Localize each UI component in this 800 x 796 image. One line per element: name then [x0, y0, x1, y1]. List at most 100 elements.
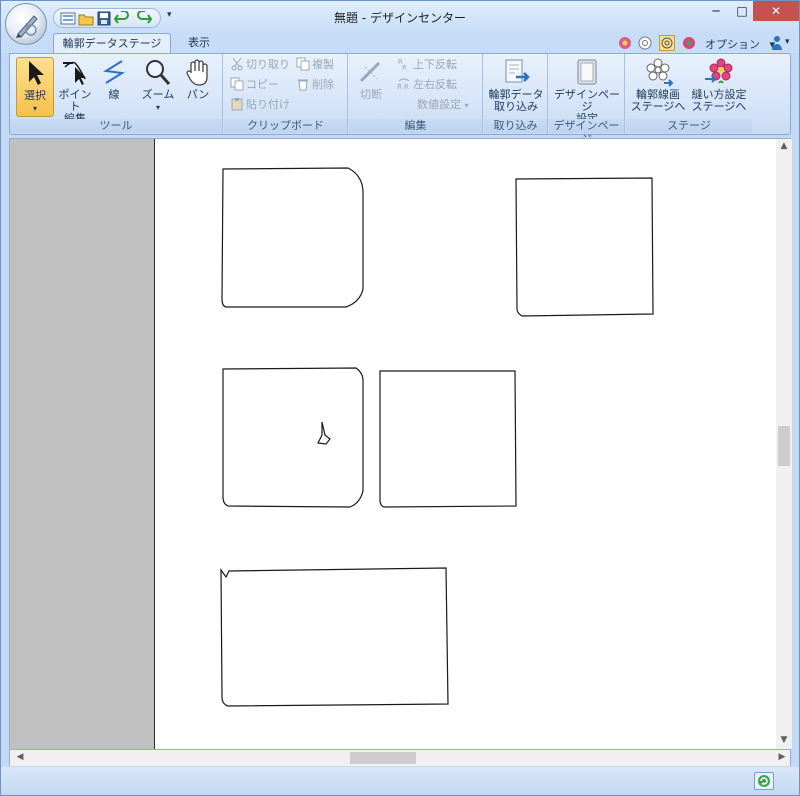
app-window: ▾ 無題 - デザインセンター ─ □ ✕ 輪郭データステージ 表示 オプション… [0, 0, 800, 796]
outline-shape-3 [222, 367, 364, 508]
outline-shape-5 [220, 567, 449, 707]
tab-outline-data-stage[interactable]: 輪郭データステージ [53, 33, 171, 53]
options-menu[interactable]: オプション ▾ [705, 36, 775, 52]
outline-shape-4 [379, 370, 517, 508]
line-tool-button[interactable]: 線 [98, 57, 130, 117]
group-stage-label: ステージ [626, 119, 752, 133]
duplicate-label: 複製 [312, 58, 334, 71]
group-design-page: デザインページ 設定 デザインページ [549, 54, 625, 146]
tab-view[interactable]: 表示 [179, 33, 219, 53]
group-clipboard: 切り取り コピー 貼り付け 複製 削除 クリップボード [224, 54, 348, 134]
copy-button[interactable]: コピー [230, 76, 279, 94]
flower-sewing-stage-icon [705, 58, 733, 84]
horizontal-scroll-thumb[interactable] [350, 752, 416, 764]
pen-icon [16, 15, 38, 38]
application-menu-button[interactable] [5, 3, 47, 45]
outline-shape-1 [221, 167, 364, 308]
paste-button[interactable]: 貼り付け [230, 96, 290, 114]
point-edit-label-1: ポイント [58, 88, 92, 113]
group-tools-label: ツール [10, 119, 222, 133]
flip-horizontal-button[interactable]: R R 左右反転 [397, 76, 457, 94]
flip-vertical-label: 上下反転 [413, 58, 457, 71]
copy-label: コピー [246, 78, 279, 91]
svg-text:R: R [397, 83, 402, 91]
cursor-shape [317, 421, 331, 445]
outline-shape-2 [515, 177, 654, 317]
flip-horizontal-icon: RR [397, 78, 410, 91]
flip-vertical-button[interactable]: R R 上下反転 [397, 56, 457, 74]
pan-tool-label: パン [186, 88, 210, 101]
scroll-left-icon[interactable]: ◀ [12, 752, 28, 762]
select-tool-label: 選択 [24, 89, 46, 102]
status-bar [1, 767, 799, 795]
numeric-settings-arrow-icon: ▾ [464, 101, 469, 110]
import-outline-label-2: 取り込み [494, 100, 538, 113]
numeric-settings-label: 数値設定 [417, 98, 461, 111]
to-sewing-stage-label-2: ステージへ [691, 100, 747, 113]
line-icon [103, 60, 125, 84]
flower-outline-icon[interactable] [637, 35, 653, 51]
options-label: オプション [705, 38, 760, 51]
refresh-button[interactable] [754, 772, 774, 790]
window-title: 無題 - デザインセンター [334, 11, 466, 25]
zoom-arrow-icon: ▾ [155, 103, 160, 112]
refresh-icon [758, 775, 770, 787]
delete-button[interactable]: 削除 [296, 76, 334, 94]
work-area: ▲ ▼ [9, 138, 792, 750]
duplicate-button[interactable]: 複製 [296, 56, 334, 74]
cut-label: 切り取り [246, 58, 290, 71]
scissors-icon [231, 57, 243, 71]
design-canvas[interactable] [156, 139, 774, 749]
vertical-scroll-thumb[interactable] [778, 426, 790, 466]
user-icon [772, 36, 782, 50]
group-import-label: 取り込み [484, 119, 547, 133]
group-design-page-label: デザインページ [549, 119, 624, 146]
point-edit-icon [63, 61, 86, 85]
paste-label: 貼り付け [246, 98, 290, 111]
flower-red-icon[interactable] [617, 35, 633, 51]
flip-horizontal-label: 左右反転 [413, 78, 457, 91]
svg-text:R: R [404, 83, 409, 91]
horizontal-scrollbar[interactable]: ◀ ▶ [9, 750, 791, 766]
outline-stage-icon[interactable] [659, 35, 675, 51]
point-edit-button[interactable]: ポイント 編集 [54, 57, 96, 125]
arrow-pointer-icon [29, 61, 44, 85]
svg-text:R: R [402, 64, 407, 71]
scroll-up-icon[interactable]: ▲ [776, 141, 792, 151]
select-tool-arrow-icon: ▾ [32, 104, 37, 113]
select-tool-button[interactable]: 選択 ▾ [16, 57, 54, 117]
design-page-settings-button[interactable]: デザインページ 設定 [551, 57, 623, 125]
cut-button[interactable]: 切り取り [230, 56, 290, 74]
import-outline-button[interactable]: 輪郭データ 取り込み [486, 57, 546, 117]
maximize-button[interactable]: □ [729, 1, 755, 21]
scroll-down-icon[interactable]: ▼ [776, 735, 792, 745]
zoom-tool-button[interactable]: ズーム ▾ [138, 57, 178, 117]
group-tools: 選択 ▾ ポイント 編集 線 ズーム ▾ パン ツール [10, 54, 223, 134]
design-page-settings-label-1: デザインページ [554, 88, 620, 113]
group-clipboard-label: クリップボード [224, 119, 347, 133]
magnifier-icon [146, 60, 171, 85]
vertical-scrollbar[interactable]: ▲ ▼ [776, 139, 792, 749]
minimize-button[interactable]: ─ [703, 1, 729, 21]
scroll-right-icon[interactable]: ▶ [774, 752, 790, 762]
group-edit-label: 編集 [349, 119, 482, 133]
user-arrow-icon: ▾ [785, 37, 790, 47]
paste-icon [231, 98, 243, 111]
pan-tool-button[interactable]: パン [180, 57, 216, 117]
flower-pink-icon[interactable] [681, 35, 697, 51]
knife-icon [359, 61, 381, 83]
to-sewing-stage-button[interactable]: 縫い方設定 ステージへ [688, 57, 750, 117]
close-button[interactable]: ✕ [753, 1, 799, 21]
to-outline-stage-button[interactable]: 輪郭線画 ステージへ [628, 57, 688, 117]
delete-icon [298, 79, 308, 91]
duplicate-icon [296, 57, 310, 71]
group-edit: 切断 R R 上下反転 R R 左右反転 数値設定 ▾ 編集 [349, 54, 483, 134]
numeric-settings-button[interactable]: 数値設定 ▾ [417, 96, 469, 114]
user-menu[interactable]: ▾ [771, 35, 795, 51]
cut-line-button[interactable]: 切断 [351, 57, 391, 117]
ribbon: 選択 ▾ ポイント 編集 線 ズーム ▾ パン ツール [9, 53, 791, 146]
outline-shapes [220, 167, 654, 707]
zoom-tool-label: ズーム [141, 88, 175, 101]
ribbon-tab-row: 輪郭データステージ 表示 オプション ▾ ▾ [1, 33, 799, 53]
import-outline-icon [505, 59, 530, 83]
